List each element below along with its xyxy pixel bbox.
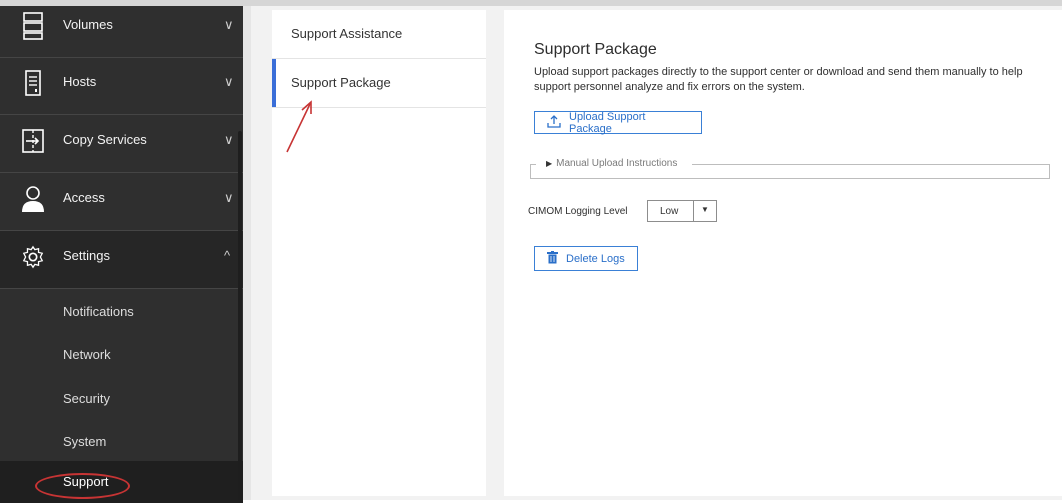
sidebar-item-notifications[interactable]: Notifications [0, 291, 243, 333]
sidebar-item-network[interactable]: Network [0, 334, 243, 376]
sidebar-item-copy-services[interactable]: Copy Services ∨ [0, 115, 243, 173]
annotation-oval [35, 473, 130, 499]
cimom-logging-label: CIMOM Logging Level [528, 206, 628, 217]
access-icon [21, 183, 45, 215]
fieldset-border [530, 164, 536, 165]
caret-down-icon: ▼ [701, 205, 709, 214]
tab-support-assistance[interactable]: Support Assistance [272, 10, 486, 59]
sidebar-item-label: Access [63, 190, 105, 205]
sidebar-item-label: Notifications [63, 304, 134, 319]
upload-icon [547, 114, 561, 131]
button-label: Delete Logs [566, 252, 625, 265]
volumes-icon [21, 10, 45, 42]
chevron-down-icon: ∨ [224, 74, 234, 89]
sidebar-item-label: Settings [63, 248, 110, 263]
sidebar-scrollbar[interactable] [238, 131, 242, 500]
sidebar-item-security[interactable]: Security [0, 378, 243, 420]
manual-upload-label: Manual Upload Instructions [556, 158, 678, 169]
delete-logs-button[interactable]: Delete Logs [534, 246, 638, 271]
select-value: Low [660, 206, 679, 217]
hosts-icon [21, 67, 45, 99]
select-divider [693, 201, 694, 221]
button-label: Upload Support Package [569, 110, 646, 135]
sidebar-nav: Volumes ∨ Hosts ∨ Copy Services ∨ Access… [0, 6, 243, 503]
sidebar-item-label: Network [63, 347, 111, 362]
chevron-up-icon: ^ [224, 248, 231, 263]
trash-icon [547, 250, 558, 267]
chevron-down-icon: ∨ [224, 190, 234, 205]
sidebar-item-label: Security [63, 391, 110, 406]
cimom-logging-select[interactable]: Low ▼ [647, 200, 717, 222]
page-title: Support Package [534, 41, 657, 58]
page-description: Upload support packages directly to the … [534, 66, 1023, 93]
tab-label: Support Assistance [291, 26, 403, 41]
sidebar-item-hosts[interactable]: Hosts ∨ [0, 57, 243, 115]
panel-divider [243, 6, 251, 500]
sidebar-item-access[interactable]: Access ∨ [0, 173, 243, 231]
support-package-panel: Support Package Upload support packages … [504, 10, 1062, 496]
sidebar-item-volumes[interactable]: Volumes ∨ [0, 0, 243, 58]
manual-upload-toggle[interactable]: ▶ Manual Upload Instructions [542, 158, 682, 169]
sidebar-item-label: Copy Services [63, 132, 147, 147]
sidebar-item-settings[interactable]: Settings ^ [0, 231, 243, 289]
fieldset-border [692, 164, 1050, 165]
tab-label: Support Package [291, 75, 391, 90]
sidebar-item-label: System [63, 434, 107, 449]
chevron-down-icon: ∨ [224, 17, 234, 32]
upload-support-package-button[interactable]: Upload Support Package [534, 110, 702, 135]
sidebar-item-label: Volumes [63, 17, 113, 32]
caret-right-icon: ▶ [546, 159, 553, 168]
tab-support-package[interactable]: Support Package [272, 59, 486, 108]
sidebar-item-system[interactable]: System [0, 421, 243, 463]
copy-services-icon [21, 125, 45, 157]
active-tab-indicator [272, 59, 276, 107]
sidebar-item-label: Hosts [63, 74, 97, 89]
chevron-down-icon: ∨ [224, 132, 234, 147]
support-subnav: Support Assistance Support Package [272, 10, 486, 496]
gear-icon [21, 241, 45, 273]
